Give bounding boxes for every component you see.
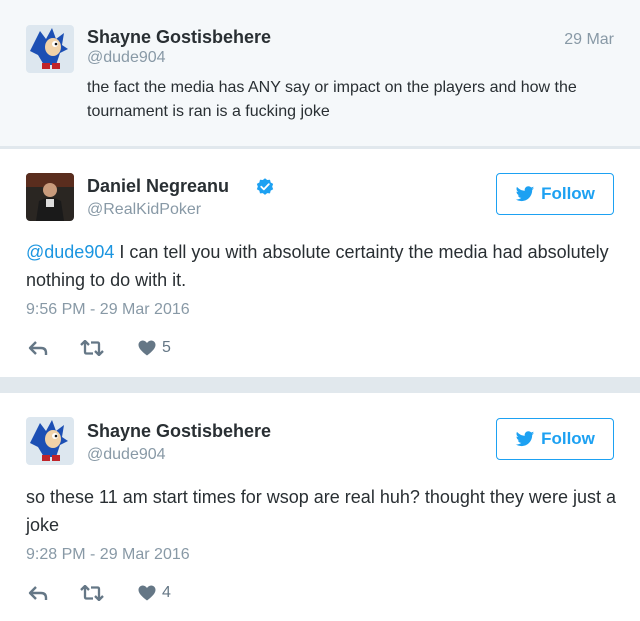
like-button[interactable]: 5 xyxy=(138,339,171,357)
tweet-text: @dude904 I can tell you with absolute ce… xyxy=(26,238,616,294)
reply-icon xyxy=(28,586,48,600)
verified-icon xyxy=(256,178,274,195)
follow-button[interactable]: Follow xyxy=(496,173,614,215)
tweet-text: the fact the media has ANY say or impact… xyxy=(87,79,577,120)
tweet-date[interactable]: 29 Mar xyxy=(564,31,614,49)
reply-button[interactable] xyxy=(28,340,48,356)
follow-button[interactable]: Follow xyxy=(496,418,614,460)
mention-link[interactable]: @dude904 xyxy=(26,242,114,262)
avatar[interactable] xyxy=(26,417,74,465)
reply-button[interactable] xyxy=(28,585,48,601)
handle[interactable]: @dude904 xyxy=(87,49,166,67)
retweet-button[interactable] xyxy=(80,340,104,356)
like-button[interactable]: 4 xyxy=(138,584,171,602)
tweet-body: I can tell you with absolute certainty t… xyxy=(26,242,609,290)
heart-icon xyxy=(138,340,156,356)
display-name[interactable]: Shayne Gostisbehere xyxy=(87,421,271,442)
heart-icon xyxy=(138,585,156,601)
reply-icon xyxy=(28,341,48,355)
handle[interactable]: @RealKidPoker xyxy=(87,201,201,219)
follow-label: Follow xyxy=(541,184,595,203)
main-tweet: Daniel Negreanu @RealKidPoker Follow @du… xyxy=(0,148,640,378)
avatar[interactable] xyxy=(26,173,74,221)
display-name[interactable]: Daniel Negreanu xyxy=(87,176,229,197)
twitter-bird-icon xyxy=(515,430,535,446)
tweet-timestamp[interactable]: 9:28 PM - 29 Mar 2016 xyxy=(26,546,190,564)
twitter-bird-icon xyxy=(515,185,535,201)
tweet-actions: 5 xyxy=(28,339,171,357)
like-count: 5 xyxy=(162,339,171,356)
second-tweet: Shayne Gostisbehere @dude904 Follow so t… xyxy=(0,392,640,621)
like-count: 4 xyxy=(162,584,171,601)
retweet-icon xyxy=(80,585,104,601)
parent-tweet[interactable]: Shayne Gostisbehere @dude904 29 Mar the … xyxy=(0,0,640,147)
tweet-actions: 4 xyxy=(28,584,171,602)
retweet-icon xyxy=(80,340,104,356)
follow-label: Follow xyxy=(541,429,595,448)
display-name[interactable]: Shayne Gostisbehere xyxy=(87,27,271,48)
tweet-text: so these 11 am start times for wsop are … xyxy=(26,487,616,535)
tweet-timestamp[interactable]: 9:56 PM - 29 Mar 2016 xyxy=(26,301,190,319)
handle[interactable]: @dude904 xyxy=(87,446,166,464)
avatar[interactable] xyxy=(26,25,74,73)
retweet-button[interactable] xyxy=(80,585,104,601)
